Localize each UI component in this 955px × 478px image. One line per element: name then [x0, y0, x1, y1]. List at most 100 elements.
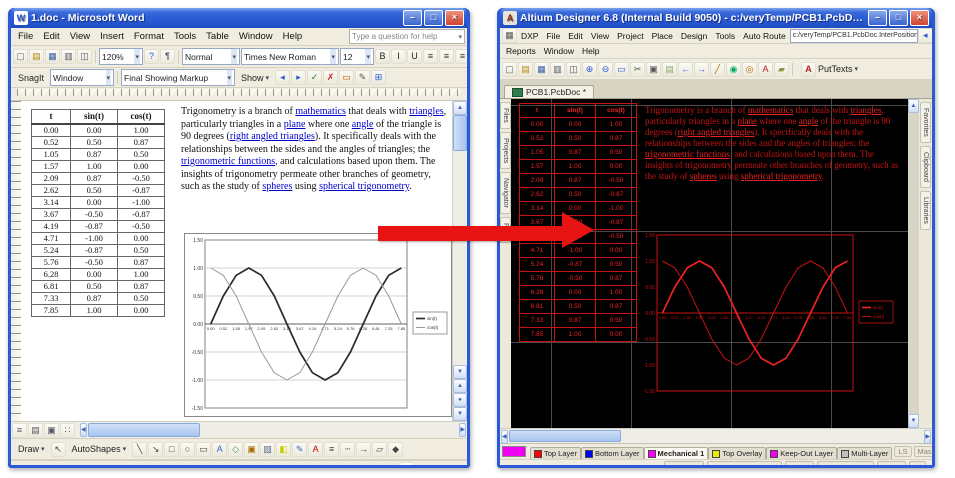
redo-icon[interactable]: → — [694, 62, 709, 77]
word-menu-format[interactable]: Format — [129, 30, 169, 43]
new-document-icon[interactable]: ▢ — [13, 49, 28, 64]
style-combo[interactable]: Normal ▾ — [182, 48, 240, 65]
line-icon[interactable]: ╲ — [132, 442, 147, 457]
status-flag-ext[interactable]: EXT — [280, 464, 297, 465]
shadow-style-icon[interactable]: ▱ — [372, 442, 387, 457]
zoom-out-icon[interactable]: ⊖ — [598, 62, 613, 77]
browse-previous-icon[interactable]: ▲ — [453, 379, 467, 393]
scroll-track[interactable] — [908, 113, 919, 414]
maximize-button[interactable]: □ — [889, 10, 908, 26]
picture-icon[interactable]: ▨ — [260, 442, 275, 457]
puttexts-button[interactable]: A PutTexts ▾ — [796, 60, 863, 79]
ask-question-box[interactable]: Type a question for help ▾ — [349, 29, 465, 44]
browse-select-icon[interactable]: ● — [453, 393, 467, 407]
hyperlink[interactable]: right angled triangles — [678, 127, 754, 137]
pcb-canvas[interactable]: tsin(t)cos(t)0.000.001.000.520.500.871.0… — [511, 99, 908, 428]
align-right-icon[interactable]: ≡ — [455, 49, 467, 64]
clip-art-icon[interactable]: ▣ — [244, 442, 259, 457]
altium-menu-reports[interactable]: Reports — [502, 46, 540, 56]
scroll-right-icon[interactable]: ▶ — [924, 430, 931, 444]
print-preview-icon[interactable]: ◫ — [566, 62, 581, 77]
altium-menu-help[interactable]: Help — [578, 46, 603, 56]
panel-button-help[interactable]: Help — [785, 461, 814, 465]
print-layout-view-icon[interactable]: ▣ — [44, 423, 59, 438]
place-via-icon[interactable]: ◎ — [742, 62, 757, 77]
altium-menu-window[interactable]: Window — [540, 46, 578, 56]
print-preview-icon[interactable]: ◫ — [77, 49, 92, 64]
rectangle-icon[interactable]: □ — [164, 442, 179, 457]
place-pad-icon[interactable]: ◉ — [726, 62, 741, 77]
horizontal-ruler[interactable] — [11, 88, 467, 101]
font-color-icon[interactable]: A — [308, 442, 323, 457]
word-menu-file[interactable]: File — [13, 30, 38, 43]
show-menu-button[interactable]: Show ▾ — [236, 71, 274, 85]
hyperlink[interactable]: angle — [799, 116, 819, 126]
pcb-document-tab[interactable]: PCB1.PcbDoc * — [504, 85, 594, 98]
scroll-down-icon[interactable]: ▼ — [453, 365, 467, 379]
dash-style-icon[interactable]: ┄ — [340, 442, 355, 457]
scroll-up-icon[interactable]: ▲ — [908, 99, 919, 113]
panel-button-item-5[interactable]: » — [909, 461, 926, 465]
text-box-icon[interactable]: ▭ — [196, 442, 211, 457]
markup-combo[interactable]: Final Showing Markup ▾ — [121, 69, 235, 86]
layer-tab-top-layer[interactable]: Top Layer — [530, 447, 581, 459]
hyperlink[interactable]: right angled triangles — [230, 131, 315, 142]
cut-icon[interactable]: ✂ — [630, 62, 645, 77]
place-polygon-icon[interactable]: ▰ — [774, 62, 789, 77]
reject-change-icon[interactable]: ✗ — [323, 70, 338, 85]
word-vertical-scrollbar[interactable]: ▲ ▼ ▲ ● ▼ — [452, 101, 467, 421]
word-page[interactable]: tsin(t)cos(t)0.000.001.000.520.500.871.0… — [21, 101, 452, 421]
accept-change-icon[interactable]: ✓ — [307, 70, 322, 85]
close-button[interactable]: × — [445, 10, 464, 26]
font-combo[interactable]: Times New Roman ▾ — [241, 48, 339, 65]
snagit-button[interactable]: SnagIt — [13, 71, 49, 85]
normal-view-icon[interactable]: ≡ — [12, 423, 27, 438]
snagit-window-combo[interactable]: Window ▾ — [50, 69, 114, 86]
open-folder-icon[interactable]: ▤ — [518, 62, 533, 77]
arrow-icon[interactable]: ↘ — [148, 442, 163, 457]
paste-icon[interactable]: ▤ — [662, 62, 677, 77]
right-panel-tab-clipboard[interactable]: Clipboard — [920, 146, 931, 188]
hyperlink[interactable]: trigonometric functions — [181, 156, 275, 167]
hyperlink[interactable]: spherical trigonometry — [741, 171, 822, 181]
scroll-up-icon[interactable]: ▲ — [453, 101, 467, 115]
altium-menu-place[interactable]: Place — [648, 31, 677, 41]
status-flag-rec[interactable]: REC — [233, 464, 251, 465]
chevron-down-icon[interactable]: ▾ — [227, 70, 233, 85]
fill-color-icon[interactable]: ◧ — [276, 442, 291, 457]
canvas-vertical-scrollbar[interactable]: ▲ ▼ — [908, 99, 919, 428]
chevron-down-icon[interactable]: ▾ — [231, 49, 237, 64]
back-icon[interactable]: ◂ — [918, 28, 932, 43]
layer-button-ls[interactable]: LS — [894, 446, 911, 457]
altium-menu-project[interactable]: Project — [613, 31, 647, 41]
altium-menu-design[interactable]: Design — [677, 31, 711, 41]
web-layout-view-icon[interactable]: ▤ — [28, 423, 43, 438]
chevron-down-icon[interactable]: ▾ — [330, 49, 336, 64]
undo-icon[interactable]: ← — [678, 62, 693, 77]
underline-icon[interactable]: U — [407, 49, 422, 64]
3d-style-icon[interactable]: ◆ — [388, 442, 403, 457]
word-horizontal-scrollbar[interactable]: ≡▤▣∷ ◀ ▶ — [11, 421, 467, 438]
hyperlink[interactable]: mathematics — [295, 106, 346, 117]
zoom-combo[interactable]: 120% ▾ — [99, 48, 143, 65]
altium-menu-dxp[interactable]: DXP — [517, 31, 542, 41]
hyperlink[interactable]: triangles — [409, 106, 443, 117]
save-icon[interactable]: ▦ — [534, 62, 549, 77]
word-menu-table[interactable]: Table — [201, 30, 234, 43]
scroll-down-icon[interactable]: ▼ — [908, 414, 919, 428]
hyperlink[interactable]: spheres — [690, 171, 717, 181]
page-setup-icon[interactable]: ▥ — [550, 62, 565, 77]
status-flag-trk[interactable]: TRK — [257, 464, 274, 465]
word-menu-tools[interactable]: Tools — [169, 30, 201, 43]
place-line-icon[interactable]: ╱ — [710, 62, 725, 77]
chevron-down-icon[interactable]: ▾ — [106, 70, 112, 85]
minimize-button[interactable]: – — [403, 10, 422, 26]
current-layer-swatch[interactable] — [502, 446, 526, 457]
layer-tab-bottom-layer[interactable]: Bottom Layer — [581, 447, 644, 459]
altium-menu-tools[interactable]: Tools — [711, 31, 739, 41]
word-titlebar[interactable]: W 1.doc - Microsoft Word –□× — [11, 8, 467, 28]
line-color-icon[interactable]: ✎ — [292, 442, 307, 457]
document-path-combo[interactable]: c:/veryTemp/PCB1.PcbDoc.InterPosition * … — [790, 29, 918, 43]
status-flag-ovr[interactable]: OVR — [303, 464, 321, 465]
next-change-icon[interactable]: ▸ — [291, 70, 306, 85]
